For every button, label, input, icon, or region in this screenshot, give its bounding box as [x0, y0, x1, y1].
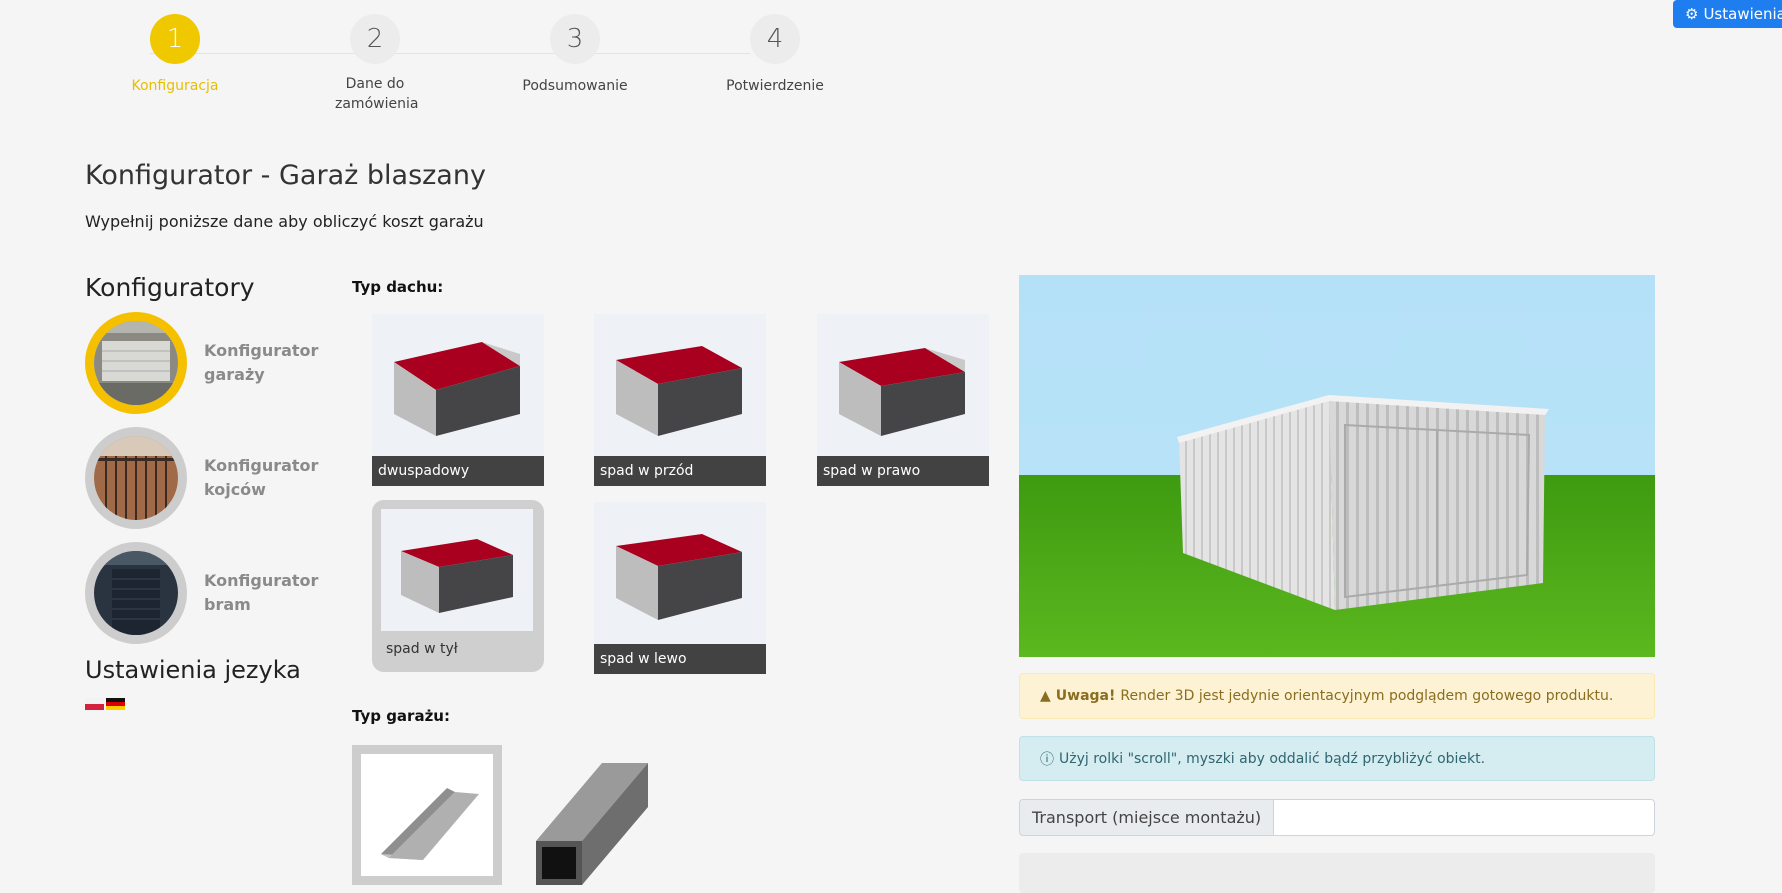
step-label: Konfiguracja: [131, 78, 219, 94]
garage-type-heading: Typ garażu:: [352, 707, 450, 725]
step-4[interactable]: 4 Potwierdzenie: [705, 14, 845, 96]
transport-input-group: Transport (miejsce montażu): [1019, 799, 1655, 836]
flag-pl-icon[interactable]: [85, 698, 104, 710]
roof-back-image: [381, 509, 533, 631]
transport-input[interactable]: [1273, 799, 1655, 836]
step-label: Dane do zamówienia: [335, 76, 419, 112]
render-info-alert: ⓘ Użyj rolki "scroll", myszki aby oddali…: [1019, 736, 1655, 781]
garage-type-angle[interactable]: [352, 745, 502, 885]
info-text: Użyj rolki "scroll", myszki aby oddalić …: [1059, 750, 1486, 767]
roof-option-label: spad w tył: [386, 641, 458, 657]
configurator-kennels-link[interactable]: Konfigurator kojców: [85, 427, 324, 529]
page-subtitle: Wypełnij poniższe dane aby obliczyć kosz…: [85, 212, 484, 231]
settings-button-label: Ustawienia: [1703, 5, 1782, 23]
square-profile-icon: [536, 763, 648, 885]
gate-thumbnail: [85, 542, 187, 644]
stepper-line: [150, 53, 750, 54]
language-heading: Ustawienia jezyka: [85, 656, 301, 684]
transport-label: Transport (miejsce montażu): [1019, 799, 1274, 836]
roof-right-image: [817, 314, 989, 459]
roof-option-right[interactable]: spad w prawo: [817, 314, 989, 486]
warning-icon: ▲: [1040, 688, 1051, 704]
step-label: Podsumowanie: [522, 78, 628, 94]
gears-icon: ⚙: [1685, 5, 1699, 23]
configurator-label: Konfigurator garaży: [204, 341, 319, 384]
language-flags: [85, 698, 125, 710]
render-3d-viewport[interactable]: [1019, 275, 1655, 657]
configurator-label: Konfigurator bram: [204, 571, 319, 614]
roof-option-left[interactable]: spad w lewo: [594, 502, 766, 674]
settings-button[interactable]: ⚙ Ustawienia: [1673, 0, 1782, 28]
step-3[interactable]: 3 Podsumowanie: [505, 14, 645, 96]
step-2[interactable]: 2 Dane do zamówienia: [310, 14, 440, 114]
step-number: 3: [550, 14, 600, 64]
step-label: Potwierdzenie: [726, 78, 824, 94]
kennel-thumbnail: [85, 427, 187, 529]
configurator-garages-link[interactable]: Konfigurator garaży: [85, 312, 324, 414]
garage-type-square[interactable]: [522, 745, 672, 885]
roof-option-label: dwuspadowy: [372, 456, 544, 486]
step-number: 4: [750, 14, 800, 64]
roof-option-label: spad w przód: [594, 456, 766, 486]
checkout-stepper: 1 Konfiguracja 2 Dane do zamówienia 3 Po…: [85, 14, 824, 124]
warning-strong: Uwaga!: [1055, 688, 1116, 704]
roof-front-image: [594, 314, 766, 459]
flag-de-icon[interactable]: [106, 698, 125, 710]
roof-option-label: spad w lewo: [594, 644, 766, 674]
roof-option-gable[interactable]: dwuspadowy: [372, 314, 544, 486]
angle-profile-icon: [381, 788, 479, 860]
configurator-gates-link[interactable]: Konfigurator bram: [85, 542, 324, 644]
page-title: Konfigurator - Garaż blaszany: [85, 160, 486, 191]
garage-thumbnail: [85, 312, 187, 414]
info-icon: ⓘ: [1040, 751, 1054, 768]
warning-text: Render 3D jest jedynie orientacyjnym pod…: [1120, 688, 1614, 704]
render-warning-alert: ▲ Uwaga! Render 3D jest jedynie orientac…: [1019, 673, 1655, 719]
roof-left-image: [594, 502, 766, 647]
roof-option-front[interactable]: spad w przód: [594, 314, 766, 486]
roof-type-heading: Typ dachu:: [352, 278, 444, 296]
price-summary-bar: [1019, 853, 1655, 893]
roof-option-label: spad w prawo: [817, 456, 989, 486]
configurator-label: Konfigurator kojców: [204, 456, 319, 499]
step-1[interactable]: 1 Konfiguracja: [115, 14, 235, 96]
step-number: 1: [150, 14, 200, 64]
step-number: 2: [350, 14, 400, 64]
roof-option-back[interactable]: spad w tył: [372, 500, 544, 672]
roof-gable-image: [372, 314, 544, 459]
configurators-heading: Konfiguratory: [85, 273, 255, 302]
